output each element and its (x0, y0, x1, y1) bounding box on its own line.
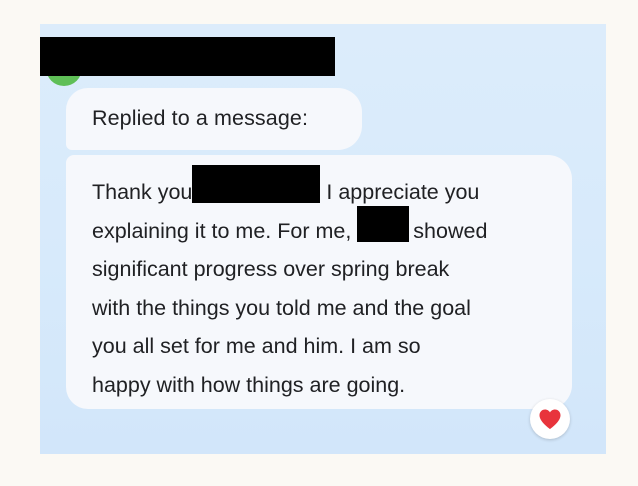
redacted-name (192, 165, 321, 203)
message-bubble[interactable]: Thank you I appreciate you explaining it … (66, 155, 572, 409)
message-text-segment: explaining it to me. For me, (92, 218, 352, 243)
message-line: Thank you I appreciate you (92, 165, 487, 212)
redacted-sender-name (40, 37, 335, 76)
message-text-segment: showed (413, 218, 488, 243)
message-text: Thank you I appreciate you explaining it … (92, 165, 488, 405)
message-text-segment: Thank you (92, 180, 193, 204)
message-text-segment: I appreciate you (326, 180, 480, 204)
message-line: with the things you told me and the goal (92, 295, 471, 320)
heart-icon (539, 409, 561, 429)
reply-label: Replied to a message: (92, 106, 309, 130)
message-line: significant progress over spring break (92, 257, 450, 282)
chat-panel: Replied to a message: Thank you I appreci… (40, 24, 606, 454)
message-line: explaining it to me. For me, showed (92, 205, 488, 251)
message-line: happy with how things are going. (92, 372, 406, 397)
reply-label-bubble: Replied to a message: (66, 88, 362, 150)
message-line: you all set for me and him. I am so (92, 334, 421, 359)
reaction-badge[interactable] (530, 399, 570, 439)
redacted-name (357, 205, 410, 242)
